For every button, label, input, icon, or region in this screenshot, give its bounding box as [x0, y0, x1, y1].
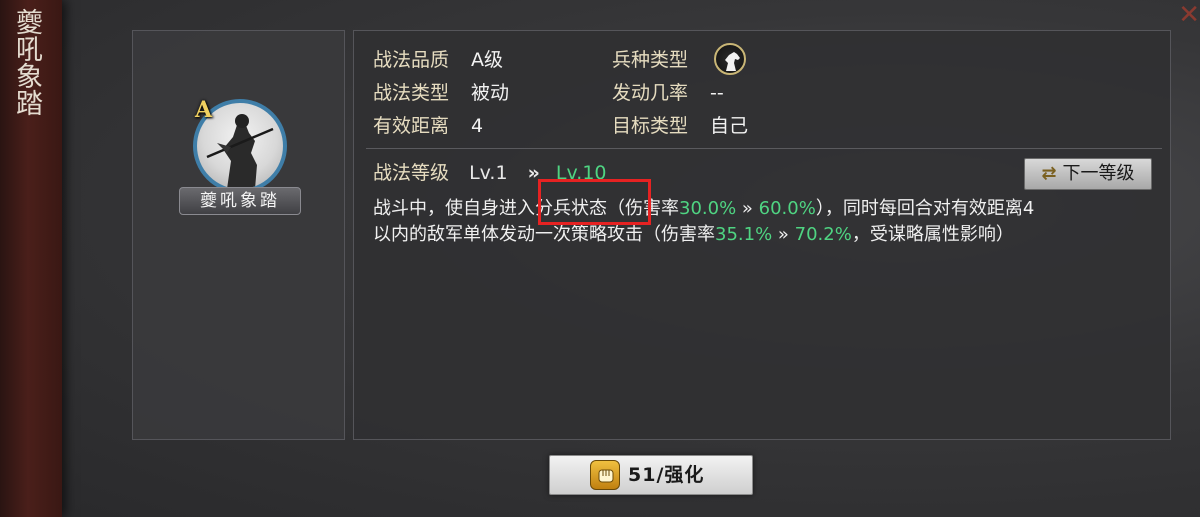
- type-label: 战法类型: [373, 82, 450, 104]
- desc-arrow: »: [736, 198, 759, 219]
- skill-icon-panel: A 夔吼象踏: [132, 30, 345, 440]
- attr-range: 有效距离 4: [373, 114, 483, 138]
- skill-detail-panel: 战法品质 A级 战法类型 被动 有效距离 4 兵种类型 发动几率 -- 目标类型…: [353, 30, 1171, 440]
- skill-grade-badge: A: [195, 97, 213, 123]
- attr-type: 战法类型 被动: [373, 81, 509, 105]
- desc-text: ），同时每回合对有效距离4: [815, 198, 1035, 219]
- attr-chance: 发动几率 --: [612, 81, 724, 105]
- desc-text: ，受谋略属性影响）: [851, 224, 1014, 245]
- target-label: 目标类型: [612, 115, 689, 137]
- unit-label: 兵种类型: [612, 49, 689, 71]
- desc-rate: 60.0%: [758, 198, 816, 219]
- swap-icon: ⇄: [1041, 163, 1057, 184]
- level-label: 战法等级: [373, 162, 450, 184]
- skill-description: 战斗中，使自身进入分兵状态（伤害率30.0% » 60.0%），同时每回合对有效…: [373, 196, 1153, 248]
- chance-label: 发动几率: [612, 82, 689, 104]
- attr-quality: 战法品质 A级: [373, 48, 503, 72]
- chance-value: --: [710, 82, 724, 104]
- attr-unit: 兵种类型: [612, 48, 688, 72]
- upgrade-label: 51/强化: [628, 464, 705, 486]
- type-value: 被动: [471, 82, 510, 104]
- desc-text: 以内的敌军单体发动一次策略攻击（伤害率: [373, 224, 715, 245]
- description-line-2: 以内的敌军单体发动一次策略攻击（伤害率35.1% » 70.2%，受谋略属性影响…: [373, 222, 1153, 248]
- side-banner: 夔吼象踏: [0, 0, 62, 517]
- upgrade-button[interactable]: 51/强化: [549, 455, 753, 495]
- highlight-box: [538, 179, 651, 225]
- fist-icon: [590, 460, 620, 490]
- close-icon[interactable]: ✕: [1174, 0, 1200, 44]
- next-level-button[interactable]: ⇄ 下一等级: [1024, 158, 1152, 190]
- desc-arrow: »: [772, 224, 795, 245]
- horse-icon: [714, 43, 746, 75]
- level-current: Lv.1: [469, 162, 508, 184]
- desc-rate: 70.2%: [794, 224, 852, 245]
- banner-title: 夔吼象踏: [11, 8, 42, 116]
- skill-name-plate: 夔吼象踏: [179, 187, 301, 215]
- quality-label: 战法品质: [373, 49, 450, 71]
- desc-rate: 30.0%: [679, 198, 737, 219]
- desc-rate: 35.1%: [715, 224, 773, 245]
- description-line-1: 战斗中，使自身进入分兵状态（伤害率30.0% » 60.0%），同时每回合对有效…: [373, 196, 1153, 222]
- range-value: 4: [471, 115, 484, 137]
- range-label: 有效距离: [373, 115, 450, 137]
- target-value: 自己: [710, 115, 749, 137]
- divider: [366, 148, 1162, 149]
- attr-target: 目标类型 自己: [612, 114, 748, 138]
- quality-value: A级: [471, 49, 503, 71]
- next-level-label: 下一等级: [1062, 163, 1135, 184]
